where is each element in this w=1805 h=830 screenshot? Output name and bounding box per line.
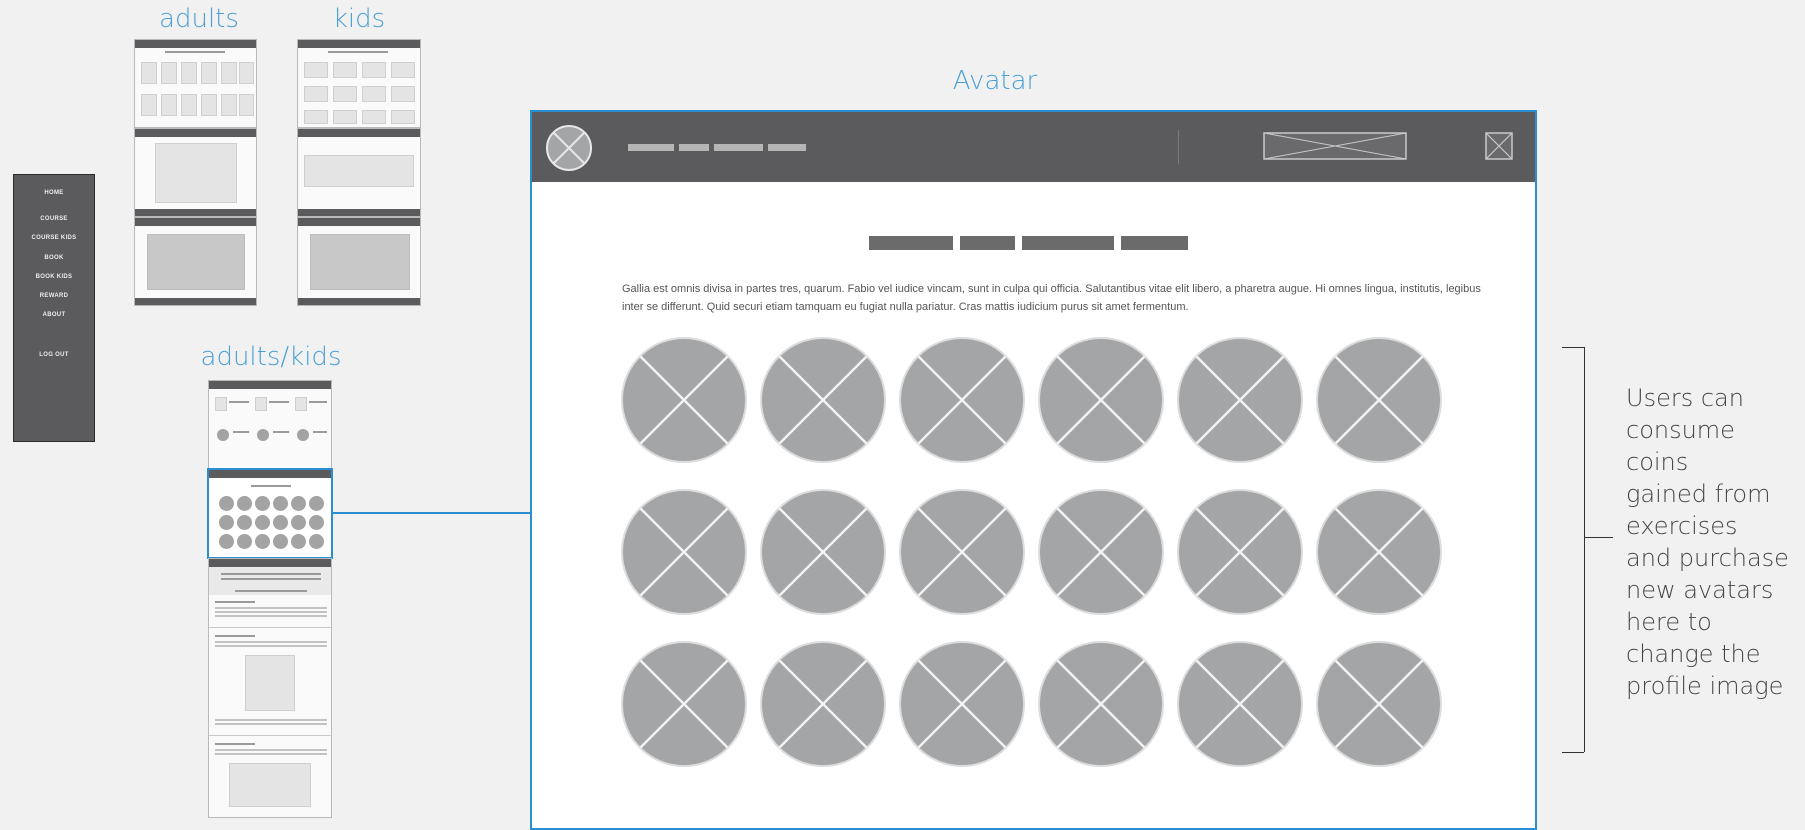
avatar-option-icon[interactable] [1315,336,1443,464]
nav-link-4[interactable] [768,144,806,151]
avatar-option-icon[interactable] [759,488,887,616]
note-line: profile image [1626,672,1784,700]
note-line: coins [1626,448,1689,476]
avatar-option-icon[interactable] [620,336,748,464]
avatar-option-icon[interactable] [1037,488,1165,616]
avatar-option-icon[interactable] [1176,640,1304,768]
thumb-kids-reward[interactable] [297,217,421,306]
page-tab-4[interactable] [1121,236,1188,250]
label-adults-kids: adults/kids [200,342,342,372]
avatar-option-icon[interactable] [898,488,1026,616]
avatar-option-icon[interactable] [898,640,1026,768]
profile-avatar-icon[interactable] [545,124,593,172]
side-menu: HOME COURSE COURSE KIDS BOOK BOOK KIDS R… [13,174,95,442]
avatar-option-icon[interactable] [620,488,748,616]
nav-link-1[interactable] [628,144,674,151]
avatar-option-icon[interactable] [1315,488,1443,616]
menu-item-book[interactable]: BOOK [14,255,94,261]
avatar-page-frame: Gallia est omnis divisa in partes tres, … [530,110,1537,830]
bracket-pointer [1585,537,1613,538]
note-line: exercises [1626,512,1738,540]
thumb-adults-course[interactable] [134,39,257,128]
label-kids: kids [332,4,386,34]
avatar-option-icon[interactable] [1315,640,1443,768]
menu-item-book-kids[interactable]: BOOK KIDS [14,274,94,280]
nav-link-3[interactable] [714,144,763,151]
menu-item-course-kids[interactable]: COURSE KIDS [14,235,94,241]
bracket-bottom [1562,752,1584,753]
bracket-vertical [1584,347,1585,752]
avatar-option-icon[interactable] [898,336,1026,464]
thumb-kids-course[interactable] [297,39,421,128]
thumb-kids-book[interactable] [297,128,421,217]
selected-highlight [207,468,333,559]
close-icon[interactable] [1485,132,1513,160]
avatar-option-icon[interactable] [1176,336,1304,464]
menu-item-reward[interactable]: REWARD [14,293,94,299]
thumb-shop[interactable] [208,380,332,469]
avatar-option-icon[interactable] [1176,488,1304,616]
intro-paragraph: Gallia est omnis divisa in partes tres, … [622,283,1481,313]
avatar-option-icon[interactable] [620,640,748,768]
thumb-about[interactable] [208,558,332,818]
top-nav-bar [532,112,1535,182]
page-tab-3[interactable] [1022,236,1114,250]
note-line: new avatars [1626,576,1774,604]
note-line: Users can [1626,384,1744,412]
avatar-option-icon[interactable] [1037,640,1165,768]
note-line: change the [1626,640,1761,668]
nav-divider [1178,130,1179,164]
nav-link-2[interactable] [679,144,709,151]
page-tab-2[interactable] [960,236,1015,250]
menu-item-log-out[interactable]: LOG OUT [14,352,94,358]
connector-line [333,512,531,514]
thumb-adults-reward[interactable] [134,217,257,306]
avatar-option-icon[interactable] [1037,336,1165,464]
note-line: and purchase [1626,544,1789,572]
bracket-top [1562,347,1584,348]
note-line: here to [1626,608,1712,636]
note-line: gained from [1626,480,1771,508]
label-adults: adults [159,4,239,34]
note-line: consume [1626,416,1735,444]
menu-item-course[interactable]: COURSE [14,216,94,222]
menu-item-about[interactable]: ABOUT [14,312,94,318]
avatar-option-icon[interactable] [759,640,887,768]
page-tab-1[interactable] [869,236,953,250]
avatar-option-icon[interactable] [759,336,887,464]
label-avatar: Avatar [952,66,1038,96]
thumb-adults-book[interactable] [134,128,257,217]
annotation-note: Users can consume coins gained from exer… [1626,382,1801,702]
coin-balance-placeholder[interactable] [1263,132,1407,160]
menu-item-home[interactable]: HOME [14,190,94,196]
